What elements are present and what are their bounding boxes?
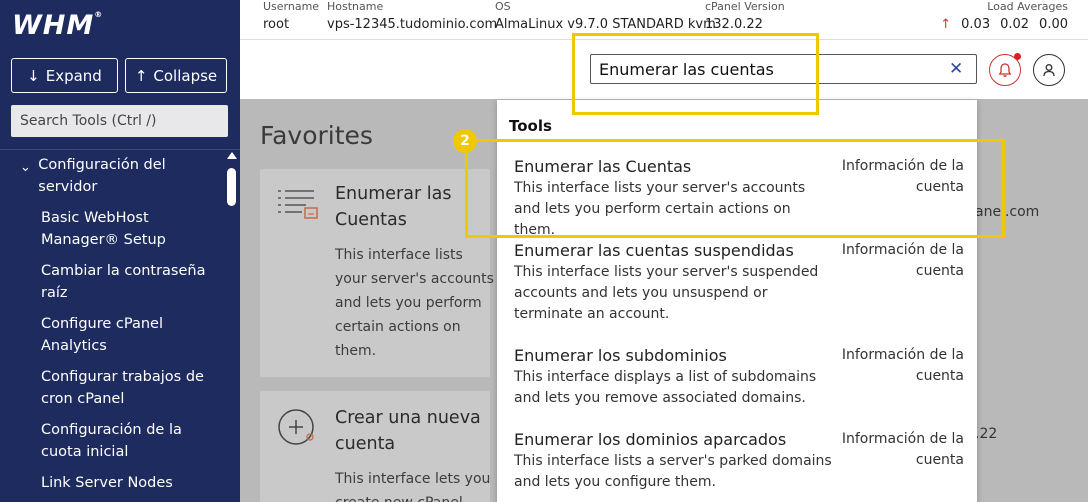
card-description: This interface lets you create new cPane… bbox=[335, 471, 491, 502]
collapse-button[interactable]: ↑ Collapse bbox=[125, 58, 227, 93]
load-15min: 0.00 bbox=[1039, 17, 1068, 32]
cpanel-version-info: cPanel Version 132.0.22 bbox=[705, 0, 785, 36]
collapse-label: Collapse bbox=[153, 66, 218, 85]
page-title: Favorites bbox=[260, 121, 373, 150]
result-description: This interface displays a list of subdom… bbox=[514, 369, 817, 406]
result-highlight-box bbox=[465, 139, 1005, 238]
sidebar-item-change-root-password[interactable]: Cambiar la contraseña raíz bbox=[0, 260, 222, 304]
card-title: Crear una nueva cuenta bbox=[335, 408, 481, 454]
background-text-fragment: .22 bbox=[975, 426, 998, 442]
whm-logo[interactable]: WHM® bbox=[12, 10, 103, 41]
hostname-info: Hostname vps-12345.tudominio.com bbox=[327, 0, 497, 36]
sidebar-item-link-server-nodes[interactable]: Link Server Nodes bbox=[0, 472, 222, 494]
card-description: This interface lists your server's accou… bbox=[335, 247, 494, 359]
list-accounts-icon bbox=[278, 190, 318, 219]
search-highlight-box bbox=[572, 33, 819, 115]
close-icon[interactable]: ✕ bbox=[949, 59, 963, 79]
arrow-up-icon: ↑ bbox=[134, 66, 148, 85]
result-description: This interface lists your server's suspe… bbox=[514, 264, 819, 322]
result-description: This interface lists a server's parked d… bbox=[514, 453, 832, 490]
sidebar-nav: ⌄ Configuración del servidor Basic WebHo… bbox=[0, 154, 222, 494]
notification-dot bbox=[1014, 53, 1021, 60]
hostname-value: vps-12345.tudominio.com bbox=[327, 17, 498, 32]
result-list-suspended-accounts[interactable]: Enumerar las cuentas suspendidas This in… bbox=[514, 240, 964, 325]
favorite-card-create-account[interactable]: Crear una nueva cuenta This interface le… bbox=[260, 391, 490, 502]
result-list-subdomains[interactable]: Enumerar los subdominios This interface … bbox=[514, 345, 964, 409]
hostname-label: Hostname bbox=[327, 0, 384, 13]
sidebar-scrollbar[interactable] bbox=[225, 152, 238, 502]
username-value: root bbox=[263, 17, 290, 32]
sidebar-item-basic-setup[interactable]: Basic WebHost Manager® Setup bbox=[0, 207, 222, 251]
username-info: Username root bbox=[263, 0, 319, 36]
chevron-down-icon: ⌄ bbox=[20, 160, 31, 175]
expand-label: Expand bbox=[45, 66, 102, 85]
arrow-up-icon: ↑ bbox=[940, 17, 952, 32]
username-label: Username bbox=[263, 0, 320, 13]
load-1min: 0.03 bbox=[961, 17, 991, 32]
scroll-up-icon[interactable] bbox=[227, 152, 237, 159]
result-category: Información de la cuenta bbox=[841, 431, 964, 468]
sidebar: WHM® ↓ Expand ↑ Collapse ⌄ Configuración… bbox=[0, 0, 240, 502]
sidebar-group-server-config[interactable]: ⌄ Configuración del servidor bbox=[0, 154, 222, 198]
logo-mark: ® bbox=[94, 10, 104, 19]
sidebar-item-initial-quota[interactable]: Configuración de la cuota inicial bbox=[0, 419, 222, 463]
logo-text: WHM bbox=[12, 10, 95, 41]
sidebar-item-cron-jobs[interactable]: Configurar trabajos de cron cPanel bbox=[0, 366, 222, 410]
sidebar-divider bbox=[0, 149, 240, 150]
favorite-card-list-accounts[interactable]: Enumerar las Cuentas This interface list… bbox=[260, 169, 494, 377]
os-label: OS bbox=[495, 0, 511, 13]
user-menu-button[interactable] bbox=[1033, 54, 1065, 86]
sidebar-group-label: Configuración del servidor bbox=[38, 157, 166, 195]
load-5min: 0.02 bbox=[1000, 17, 1030, 32]
expand-button[interactable]: ↓ Expand bbox=[11, 58, 118, 93]
cpanel-version-label: cPanel Version bbox=[705, 0, 785, 13]
scroll-thumb[interactable] bbox=[227, 168, 236, 206]
user-icon bbox=[1043, 64, 1055, 77]
step-badge: 2 bbox=[453, 129, 477, 153]
load-averages-label: Load Averages bbox=[987, 0, 1068, 13]
sidebar-search-input[interactable] bbox=[11, 105, 228, 137]
arrow-down-icon: ↓ bbox=[27, 66, 40, 85]
dropdown-header: Tools bbox=[509, 117, 552, 135]
card-title: Enumerar las Cuentas bbox=[335, 184, 452, 230]
os-info: OS AlmaLinux v9.7.0 STANDARD kvm bbox=[495, 0, 716, 36]
sidebar-item-cpanel-analytics[interactable]: Configure cPanel Analytics bbox=[0, 313, 222, 357]
result-category: Información de la cuenta bbox=[841, 242, 964, 279]
result-list-parked-domains[interactable]: Enumerar los dominios aparcados This int… bbox=[514, 429, 964, 493]
load-averages-info: Load Averages ↑ 0.03 0.02 0.00 bbox=[940, 0, 1068, 36]
add-account-icon bbox=[278, 409, 314, 445]
bell-icon bbox=[998, 63, 1012, 77]
result-category: Información de la cuenta bbox=[841, 347, 964, 384]
